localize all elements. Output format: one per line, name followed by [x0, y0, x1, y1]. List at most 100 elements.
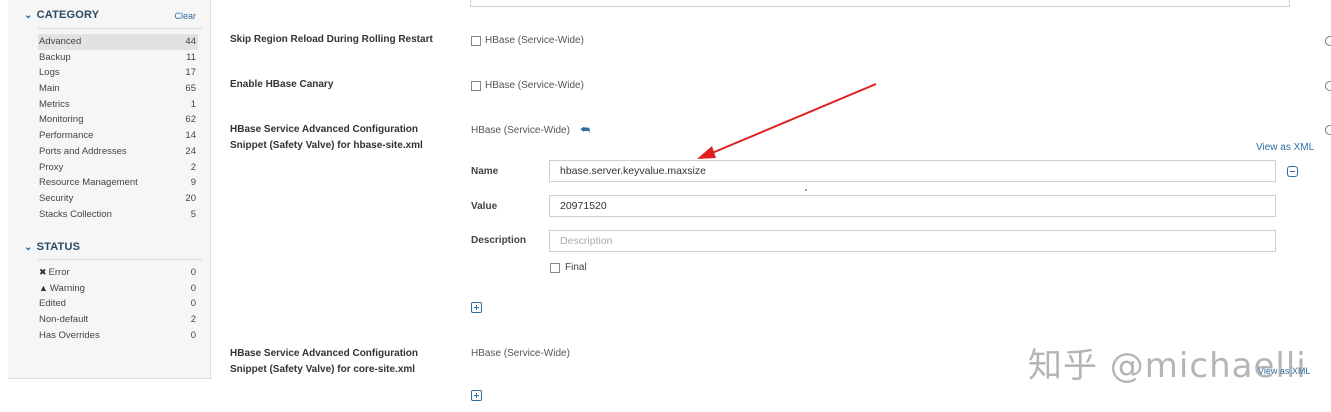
- category-count: 2: [190, 161, 196, 173]
- scope-label: HBase (Service-Wide): [471, 348, 570, 359]
- category-count: 5: [190, 208, 196, 220]
- property-scope: HBase (Service-Wide): [471, 80, 584, 91]
- value-input[interactable]: [549, 195, 1276, 217]
- category-label: Main: [39, 83, 60, 95]
- status-label: Edited: [39, 298, 66, 310]
- category-count: 44: [185, 36, 196, 47]
- filter-sidebar: ⌄ CATEGORY Clear Advanced 44 Backup 11 Log…: [8, 0, 211, 379]
- category-item-metrics[interactable]: Metrics 1: [38, 97, 198, 113]
- category-label: Advanced: [39, 36, 82, 47]
- category-header[interactable]: ⌄ CATEGORY: [24, 9, 99, 21]
- category-item-resource-management[interactable]: Resource Management 9: [38, 175, 198, 191]
- scope-label: HBase (Service-Wide): [485, 80, 584, 91]
- warning-icon: ▲: [39, 282, 48, 293]
- final-row: Final: [550, 262, 587, 273]
- info-icon[interactable]: [1325, 125, 1331, 135]
- category-item-stacks-collection[interactable]: Stacks Collection 5: [38, 207, 198, 223]
- status-item-non-default[interactable]: Non-default 2: [38, 312, 198, 328]
- category-label: Stacks Collection: [39, 208, 112, 220]
- scope-label: HBase (Service-Wide): [485, 35, 584, 46]
- value-label: Value: [471, 201, 498, 212]
- property-label: HBase Service Advanced Configuration Sni…: [230, 122, 423, 154]
- property-label-line: HBase Service Advanced Configuration: [230, 124, 419, 135]
- description-label: Description: [471, 235, 527, 246]
- category-item-security[interactable]: Security 20: [38, 191, 198, 207]
- status-count: 0: [190, 267, 196, 278]
- description-input[interactable]: [549, 230, 1276, 252]
- category-label: Resource Management: [39, 177, 138, 189]
- category-label: Metrics: [39, 98, 70, 110]
- category-item-backup[interactable]: Backup 11: [38, 50, 198, 66]
- status-count: 2: [190, 314, 196, 326]
- property-scope: HBase (Service-Wide): [471, 348, 570, 359]
- error-icon: ✖: [39, 267, 47, 277]
- category-item-proxy[interactable]: Proxy 2: [38, 160, 198, 176]
- status-title: STATUS: [36, 241, 81, 253]
- undo-icon[interactable]: ⮪: [580, 124, 590, 137]
- scope-label: HBase (Service-Wide): [471, 125, 570, 136]
- remove-row-button[interactable]: [1287, 166, 1298, 177]
- property-label: Enable HBase Canary: [230, 79, 334, 90]
- category-label: Proxy: [39, 161, 64, 173]
- property-label: Skip Region Reload During Rolling Restar…: [230, 34, 433, 45]
- property-label: HBase Service Advanced Configuration Sni…: [230, 346, 418, 378]
- property-scope: HBase (Service-Wide) ⮪: [471, 124, 590, 137]
- status-label: Error: [48, 267, 70, 278]
- skip-region-reload-checkbox[interactable]: [471, 35, 481, 46]
- status-item-has-overrides[interactable]: Has Overrides 0: [38, 328, 198, 344]
- category-list: Advanced 44 Backup 11 Logs 17 Main 65 Metric…: [38, 34, 198, 222]
- status-item-warning[interactable]: ▲ Warning 0: [38, 281, 198, 297]
- category-title: CATEGORY: [36, 9, 100, 21]
- category-item-monitoring[interactable]: Monitoring 62: [38, 112, 198, 128]
- status-count: 0: [190, 298, 196, 310]
- category-count: 65: [185, 83, 196, 95]
- category-label: Logs: [39, 67, 60, 79]
- clear-filter-link[interactable]: Clear: [174, 11, 196, 21]
- divider: [38, 28, 202, 29]
- status-item-error[interactable]: ✖ Error 0: [38, 265, 198, 281]
- property-scope: HBase (Service-Wide): [471, 35, 584, 46]
- category-item-logs[interactable]: Logs 17: [38, 65, 198, 81]
- status-header[interactable]: ⌄ STATUS: [24, 241, 80, 253]
- chevron-down-icon: ⌄: [24, 9, 33, 21]
- category-label: Backup: [39, 51, 71, 63]
- add-row-button[interactable]: [471, 390, 482, 401]
- status-item-edited[interactable]: Edited 0: [38, 296, 198, 312]
- category-label: Ports and Addresses: [39, 145, 127, 157]
- name-label: Name: [471, 166, 499, 177]
- category-count: 9: [190, 177, 196, 189]
- category-count: 1: [190, 98, 196, 110]
- status-list: ✖ Error 0 ▲ Warning 0 Edited 0 Non-default…: [38, 265, 198, 343]
- final-checkbox[interactable]: [550, 262, 560, 273]
- category-label: Monitoring: [39, 114, 84, 126]
- watermark-text: 知乎 @michaelli: [1028, 346, 1307, 386]
- property-label-line: HBase Service Advanced Configuration: [230, 348, 419, 359]
- add-row-button[interactable]: [471, 302, 482, 313]
- chevron-down-icon: ⌄: [24, 241, 33, 253]
- category-count: 24: [185, 145, 196, 157]
- marker-dot: [805, 189, 807, 191]
- previous-field-box: [470, 0, 1290, 7]
- category-item-ports-and-addresses[interactable]: Ports and Addresses 24: [38, 144, 198, 160]
- category-count: 62: [185, 114, 196, 126]
- enable-canary-checkbox[interactable]: [471, 80, 481, 91]
- status-count: 0: [190, 282, 196, 294]
- divider: [38, 259, 202, 260]
- property-label-line: Snippet (Safety Valve) for hbase-site.xm…: [230, 140, 423, 151]
- name-input[interactable]: [549, 160, 1276, 182]
- status-count: 0: [190, 329, 196, 341]
- info-icon[interactable]: [1325, 36, 1331, 46]
- category-item-performance[interactable]: Performance 14: [38, 128, 198, 144]
- category-item-advanced[interactable]: Advanced 44: [38, 34, 198, 50]
- view-as-xml-link[interactable]: View as XML: [1256, 142, 1314, 153]
- status-label: Warning: [49, 282, 85, 294]
- info-icon[interactable]: [1325, 81, 1331, 91]
- category-count: 20: [185, 192, 196, 204]
- category-count: 14: [185, 130, 196, 142]
- category-label: Performance: [39, 130, 94, 142]
- status-label: Has Overrides: [39, 329, 100, 341]
- category-count: 17: [185, 67, 196, 79]
- category-count: 11: [186, 51, 196, 63]
- status-label: Non-default: [39, 314, 89, 326]
- category-item-main[interactable]: Main 65: [38, 81, 198, 97]
